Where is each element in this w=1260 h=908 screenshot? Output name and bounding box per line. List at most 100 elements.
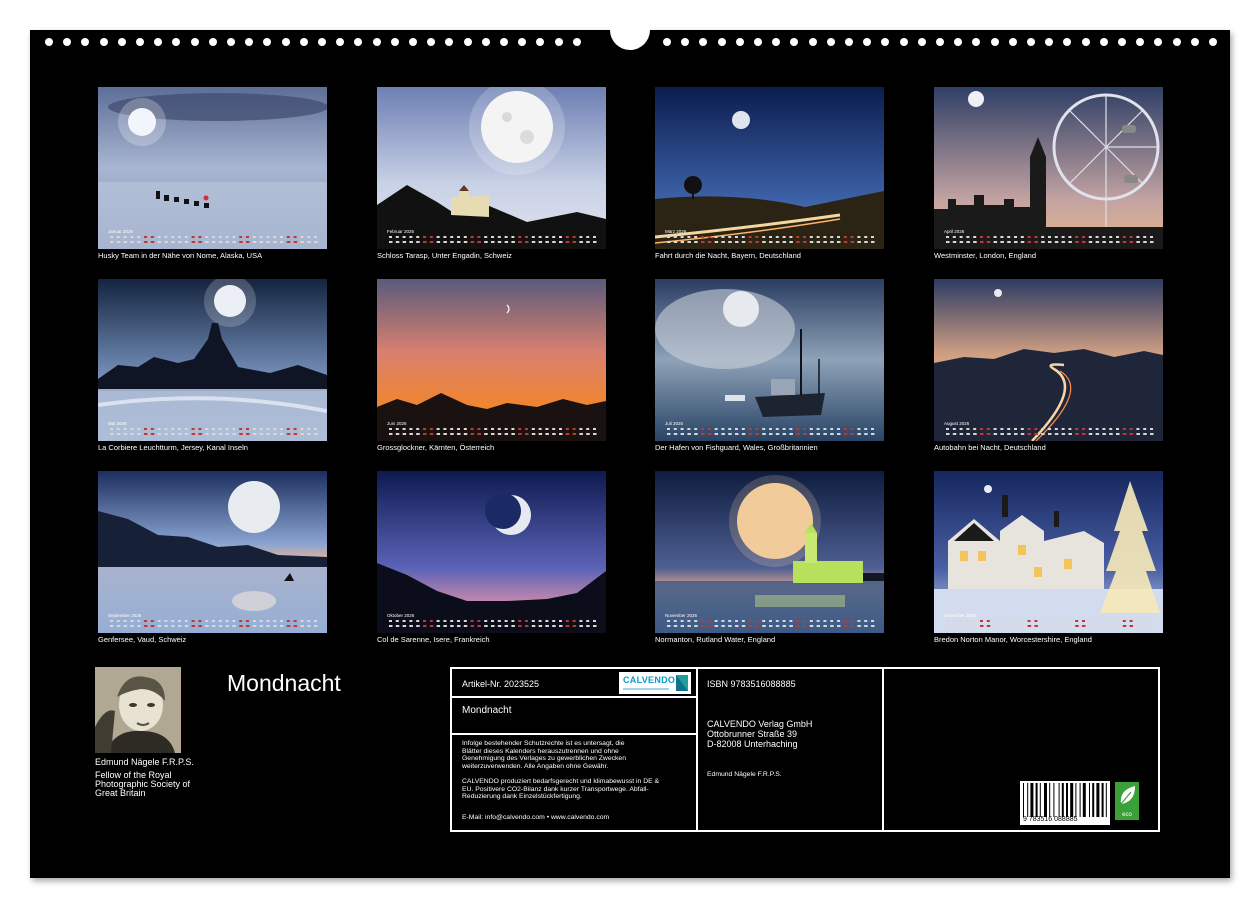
product-info-box: Artikel-Nr. 2023525 CALVENDO Mondnacht I… bbox=[450, 667, 1160, 832]
divider bbox=[882, 669, 884, 830]
month-label: August 2026 bbox=[944, 421, 970, 426]
barcode: 9 783516 088885 bbox=[1020, 781, 1110, 825]
binding-hole bbox=[772, 38, 781, 46]
binding-hole bbox=[954, 38, 963, 46]
binding-hole bbox=[754, 38, 762, 46]
month-photo: April 2026 bbox=[934, 87, 1163, 249]
month-label: März 2026 bbox=[665, 229, 687, 234]
month-day-strip bbox=[665, 235, 877, 245]
binding-hole bbox=[990, 38, 999, 46]
binding-hole bbox=[318, 38, 326, 46]
month-photo: Juni 2026 bbox=[377, 279, 606, 441]
calvendo-logo-text: CALVENDO bbox=[623, 675, 676, 685]
binding-hole bbox=[99, 38, 108, 46]
binding-hole bbox=[154, 38, 163, 46]
binding-hole bbox=[445, 38, 454, 46]
month-caption: Der Hafen von Fishguard, Wales, Großbrit… bbox=[655, 443, 818, 452]
binding-hole bbox=[972, 38, 981, 46]
month-photo: Januar 2026 bbox=[98, 87, 327, 249]
binding-hole bbox=[1045, 38, 1054, 46]
binding-hole bbox=[1063, 38, 1072, 46]
month-caption: Bredon Norton Manor, Worcestershire, Eng… bbox=[934, 635, 1092, 644]
month-photo: Dezember 2026 bbox=[934, 471, 1163, 633]
divider bbox=[452, 696, 696, 698]
climate-line: Reduzierung dank Einzelstückfertigung. bbox=[462, 793, 582, 801]
binding-hole bbox=[572, 38, 581, 46]
author-title: Fellow of the Royal Photographic Society… bbox=[95, 771, 235, 798]
binding-hole bbox=[826, 38, 835, 46]
month-photo: Juli 2026 bbox=[655, 279, 884, 441]
month-caption: Husky Team in der Nähe von Nome, Alaska,… bbox=[98, 251, 263, 260]
binding-hole bbox=[717, 38, 726, 46]
binding-hole bbox=[1209, 38, 1217, 46]
legal-notice: Infolge bestehender Schutzrechte ist es … bbox=[462, 740, 694, 770]
month-label: Oktober 2026 bbox=[387, 613, 415, 618]
month-caption: Genfersee, Vaud, Schweiz bbox=[98, 635, 187, 644]
month-day-strip bbox=[665, 427, 877, 437]
month-day-strip bbox=[387, 427, 599, 437]
binding-hole bbox=[299, 38, 308, 46]
month-caption: La Corbiere Leuchtturm, Jersey, Kanal In… bbox=[98, 443, 248, 452]
binding-hole bbox=[409, 38, 417, 46]
legal-line: Infolge bestehender Schutzrechte ist es … bbox=[462, 740, 625, 747]
binding-hole bbox=[190, 38, 199, 46]
binding-hole bbox=[117, 38, 126, 46]
month-label: Dezember 2026 bbox=[944, 613, 977, 618]
author-name: Edmund Nägele F.R.P.S. bbox=[95, 757, 194, 767]
binding-hole bbox=[227, 38, 235, 46]
climate-line: CALVENDO produziert bedarfsgerecht und k… bbox=[462, 778, 660, 785]
month-day-strip bbox=[944, 427, 1156, 437]
author-title-line: Great Britain bbox=[95, 788, 146, 798]
binding-hole bbox=[1118, 38, 1126, 46]
month-label: Januar 2026 bbox=[108, 229, 134, 234]
month-photo: Oktober 2026 bbox=[377, 471, 606, 633]
binding-hole bbox=[245, 38, 254, 46]
month-caption: Fahrt durch die Nacht, Bayern, Deutschla… bbox=[655, 251, 801, 260]
binding-hole bbox=[372, 38, 381, 46]
binding-hole bbox=[208, 38, 217, 46]
binding-hole bbox=[808, 38, 817, 46]
binding-hole bbox=[881, 38, 890, 46]
divider bbox=[696, 669, 698, 830]
publisher-address: CALVENDO Verlag GmbH Ottobrunner Straße … bbox=[707, 719, 812, 749]
month-label: Mai 2026 bbox=[108, 421, 127, 426]
binding-hole bbox=[463, 38, 472, 46]
month-day-strip bbox=[108, 619, 320, 629]
binding-hole bbox=[136, 38, 144, 46]
legal-line: Blätter dieses Kalenders herauszutrennen… bbox=[462, 747, 619, 755]
month-label: April 2026 bbox=[944, 229, 965, 234]
calvendo-logo: CALVENDO bbox=[619, 672, 691, 694]
month-day-strip bbox=[387, 235, 599, 245]
month-label: Juli 2026 bbox=[665, 421, 684, 426]
binding-hole bbox=[899, 38, 908, 46]
isbn: ISBN 9783516088885 bbox=[707, 679, 796, 689]
binding-hole bbox=[1136, 38, 1145, 46]
binding-hole bbox=[699, 38, 708, 46]
climate-notice: CALVENDO produziert bedarfsgerecht und k… bbox=[462, 778, 694, 801]
binding-hole bbox=[45, 38, 53, 46]
month-photo: September 2026 bbox=[98, 471, 327, 633]
publisher-line: Ottobrunner Straße 39 bbox=[707, 729, 798, 739]
publisher-line: D-82008 Unterhaching bbox=[707, 739, 798, 749]
calendar-sheet: Januar 2026 Husky Team in der Nähe von No… bbox=[30, 26, 1230, 878]
month-photo: August 2026 bbox=[934, 279, 1163, 441]
eco-badge: eco bbox=[1115, 782, 1139, 820]
month-day-strip bbox=[108, 235, 320, 245]
binding-hole bbox=[500, 38, 508, 46]
month-day-strip bbox=[665, 619, 877, 629]
month-caption: Schloss Tarasp, Unter Engadin, Schweiz bbox=[377, 251, 512, 260]
month-caption: Col de Sarenne, Isere, Frankreich bbox=[377, 635, 490, 644]
binding-hole bbox=[518, 38, 527, 46]
article-number: Artikel-Nr. 2023525 bbox=[462, 679, 540, 689]
month-caption: Westminster, London, England bbox=[934, 251, 1037, 260]
month-photo: Mai 2026 bbox=[98, 279, 327, 441]
binding-hole bbox=[390, 38, 399, 46]
binding-hole bbox=[1099, 38, 1108, 46]
month-caption: Grossglockner, Kärnten, Österreich bbox=[377, 443, 495, 452]
month-photo: März 2026 bbox=[655, 87, 884, 249]
binding-hole bbox=[354, 38, 363, 46]
legal-line: weiterzuverwenden. Alle Angaben ohne Gew… bbox=[462, 762, 609, 770]
barcode-number: 9 783516 088885 bbox=[1023, 816, 1078, 823]
month-label: Juni 2026 bbox=[387, 421, 407, 426]
publisher-line: CALVENDO Verlag GmbH bbox=[707, 719, 813, 729]
